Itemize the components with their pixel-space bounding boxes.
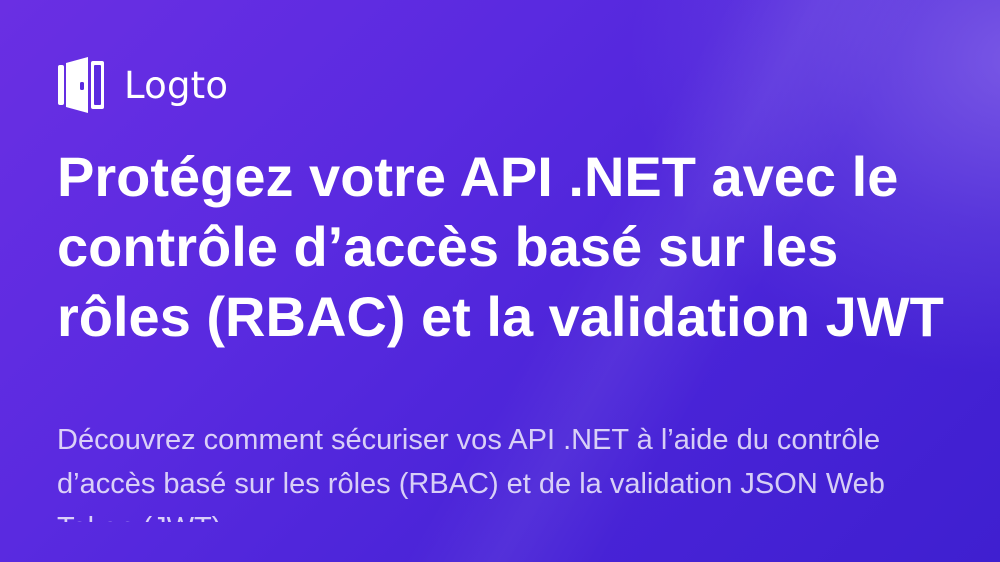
brand-name: Logto <box>124 63 229 107</box>
logo: Logto <box>58 57 228 113</box>
article-title: Protégez votre API .NET avec le contrôle… <box>57 145 944 348</box>
article-description: Découvrez comment sécuriser vos API .NET… <box>57 424 885 522</box>
logto-door-icon <box>58 57 104 113</box>
